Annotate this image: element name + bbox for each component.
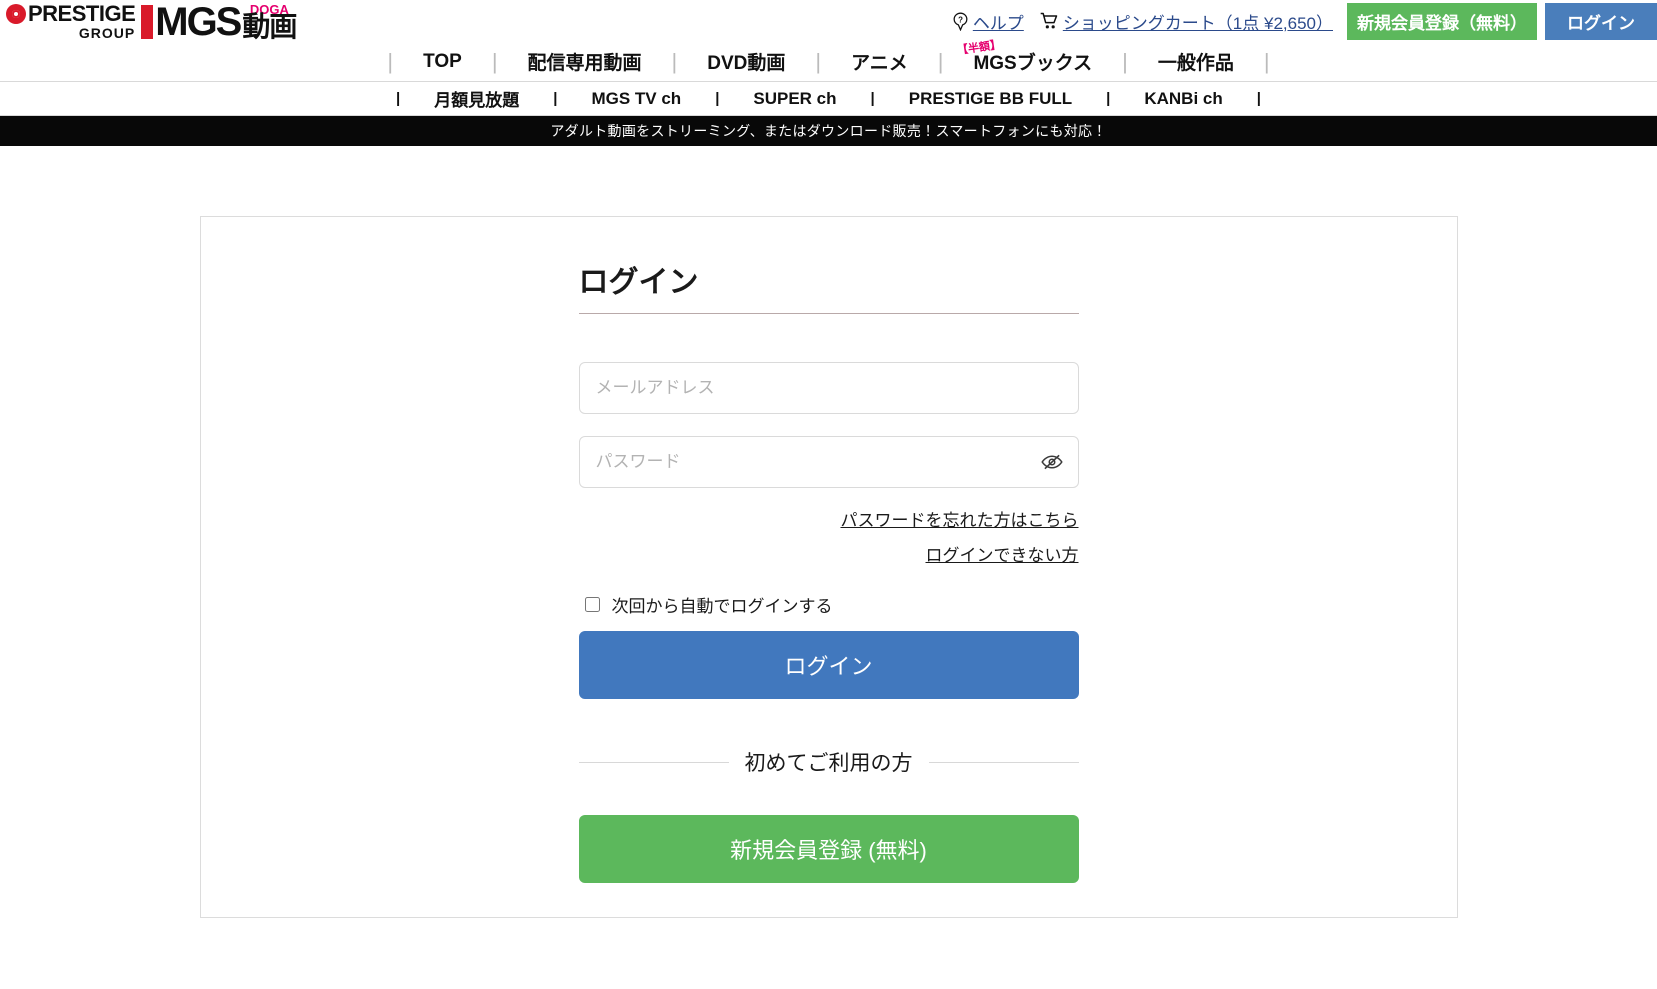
nav-item-label: 配信専用動画 xyxy=(527,53,642,74)
prestige-logo-text: PRESTIGE xyxy=(28,0,136,26)
help-link[interactable]: ? ヘルプ xyxy=(951,9,1024,34)
login-form: ログイン パスワードを忘れた方はこちら ログインできない方 xyxy=(578,257,1079,883)
email-input[interactable] xyxy=(578,362,1079,414)
subnav-item-prestige-bb-full[interactable]: PRESTIGE BB FULL xyxy=(877,89,1104,109)
remember-me-checkbox[interactable] xyxy=(584,597,600,612)
remember-me-row: 次回から自動でログインする xyxy=(579,592,1079,617)
shopping-cart-label: ショッピングカート（1点 ¥2,650） xyxy=(1062,13,1333,33)
register-button[interactable]: 新規会員登録 (無料) xyxy=(578,815,1079,883)
nav-item-label: 一般作品 xyxy=(1157,53,1234,74)
forgot-password-link[interactable]: パスワードを忘れた方はこちら xyxy=(579,506,1079,531)
header-login-button[interactable]: ログイン xyxy=(1545,2,1657,40)
header-register-button[interactable]: 新規会員登録（無料） xyxy=(1347,2,1537,40)
doga-jp-text: 動画 xyxy=(242,11,297,43)
subnav-item-mgs-tv-ch[interactable]: MGS TV ch xyxy=(559,89,713,109)
subnav-item-kanbi-ch[interactable]: KANBi ch xyxy=(1112,89,1254,109)
promo-banner: アダルト動画をストリーミング、またはダウンロード販売！スマートフォンにも対応！ xyxy=(0,116,1657,146)
divider-line-right xyxy=(928,761,1079,763)
password-field-wrapper xyxy=(578,436,1079,488)
subnav-separator: | xyxy=(870,90,875,107)
prestige-group-logo: PRESTIGE GROUP xyxy=(6,0,136,41)
remember-me-label[interactable]: 次回から自動でログインする xyxy=(612,592,833,617)
help-links: パスワードを忘れた方はこちら ログインできない方 xyxy=(579,506,1079,566)
nav-separator: | xyxy=(1263,48,1270,74)
nav-item-dvd[interactable]: DVD動画 xyxy=(677,48,815,75)
divider-line-left xyxy=(578,761,729,763)
promo-banner-text: アダルト動画をストリーミング、またはダウンロード販売！スマートフォンにも対応！ xyxy=(550,123,1107,139)
svg-text:?: ? xyxy=(958,15,963,24)
site-logo[interactable]: PRESTIGE GROUP MGS DOGA 動画 xyxy=(6,0,297,45)
nav-item-top[interactable]: TOP xyxy=(393,51,492,73)
nav-item-streaming-only[interactable]: 配信専用動画 xyxy=(498,48,672,75)
shopping-cart-icon xyxy=(1038,11,1060,31)
nav-item-label: TOP xyxy=(423,50,462,72)
subnav-separator: | xyxy=(396,90,401,107)
prestige-group-text: GROUP xyxy=(78,24,136,41)
nav-item-anime[interactable]: アニメ xyxy=(821,48,938,75)
page-title: ログイン xyxy=(578,257,1079,314)
first-time-divider: 初めてご利用の方 xyxy=(578,747,1079,777)
login-card: ログイン パスワードを忘れた方はこちら ログインできない方 xyxy=(199,216,1458,918)
subnav-separator: | xyxy=(715,90,720,107)
help-link-label: ヘルプ xyxy=(972,13,1024,33)
mgs-red-bar-icon xyxy=(141,4,154,39)
subnav-separator: | xyxy=(1106,90,1111,107)
cannot-login-link[interactable]: ログインできない方 xyxy=(579,541,1079,566)
shopping-cart-link[interactable]: ショッピングカート（1点 ¥2,650） xyxy=(1038,9,1333,34)
email-field-wrapper xyxy=(578,362,1079,414)
prestige-mark-icon xyxy=(6,3,26,24)
nav-item-label: アニメ xyxy=(851,53,908,74)
header-actions: ? ヘルプ ショッピングカート（1点 ¥2,650） 新規会員登録（無料） ログ… xyxy=(951,0,1657,42)
nav-item-mgs-books[interactable]: 【半額】 MGSブックス xyxy=(943,39,1122,75)
subnav-separator: | xyxy=(1256,90,1261,107)
subnav-item-monthly-unlimited[interactable]: 月額見放題 xyxy=(402,86,551,111)
subnav-separator: | xyxy=(553,90,558,107)
mgs-logo-text: MGS xyxy=(155,0,242,45)
eye-slash-icon[interactable] xyxy=(1039,449,1065,475)
mgs-doga-logo: MGS DOGA 動画 xyxy=(141,0,297,45)
password-input[interactable] xyxy=(578,436,1079,488)
nav-item-general-works[interactable]: 一般作品 xyxy=(1128,48,1264,75)
site-header: PRESTIGE GROUP MGS DOGA 動画 ? ヘルプ ショッピングカ… xyxy=(0,0,1657,42)
channel-navigation: | 月額見放題 | MGS TV ch | SUPER ch | PRESTIG… xyxy=(0,82,1657,116)
page-content: ログイン パスワードを忘れた方はこちら ログインできない方 xyxy=(0,146,1657,918)
main-navigation: | TOP | 配信専用動画 | DVD動画 | アニメ | 【半額】 MGSブ… xyxy=(0,39,1657,82)
login-submit-button[interactable]: ログイン xyxy=(578,631,1079,699)
divider-label: 初めてご利用の方 xyxy=(744,752,913,775)
nav-item-label: DVD動画 xyxy=(707,53,786,74)
subnav-item-super-ch[interactable]: SUPER ch xyxy=(721,89,868,109)
question-mark-circle-icon: ? xyxy=(951,12,970,31)
